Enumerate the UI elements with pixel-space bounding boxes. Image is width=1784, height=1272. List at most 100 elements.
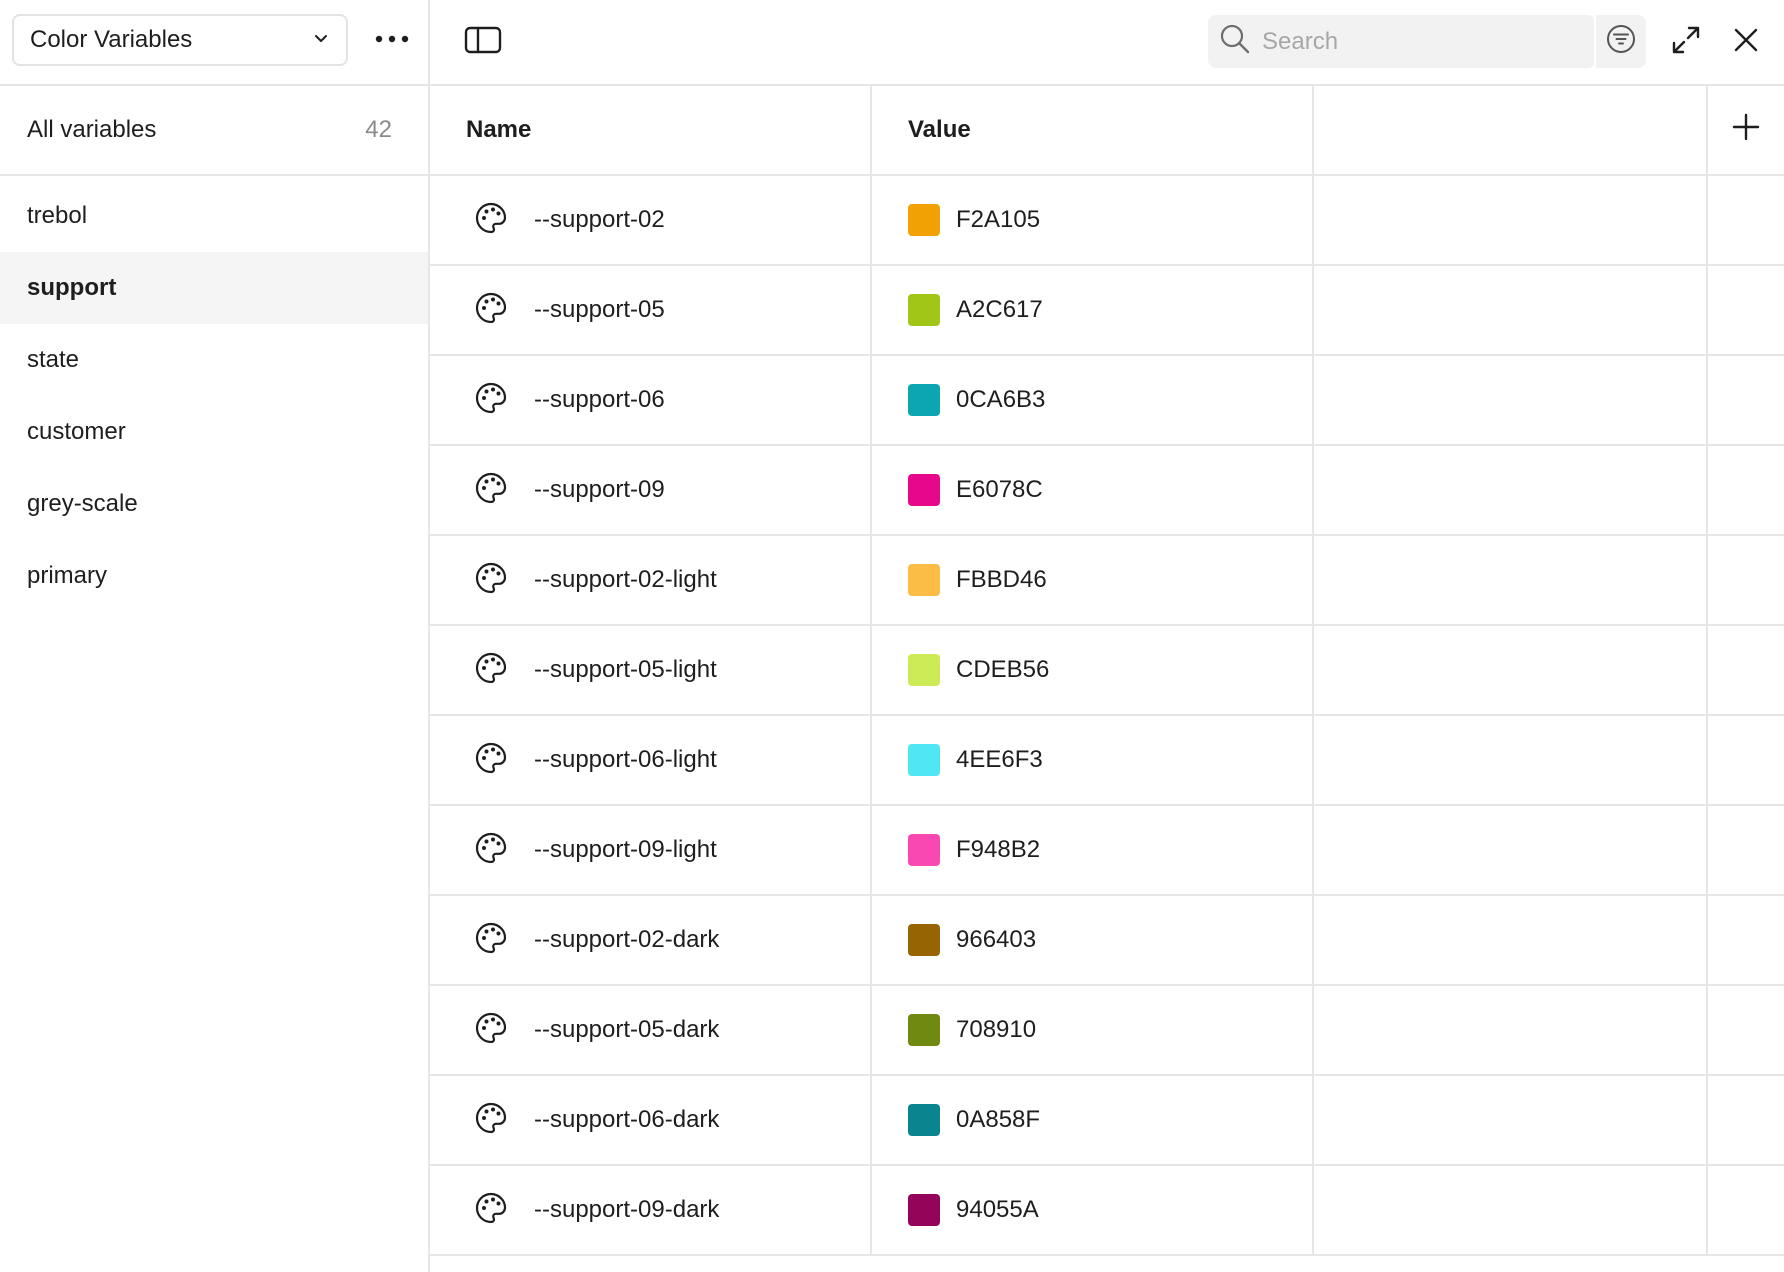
- variables-table: Name Value --support-02 F2A105 --support-0…: [430, 86, 1784, 1256]
- close-button[interactable]: [1726, 22, 1766, 62]
- all-variables-item[interactable]: All variables 42: [0, 86, 428, 176]
- variable-hex-value: 94055A: [956, 1196, 1039, 1223]
- variable-name: --support-06: [534, 386, 665, 413]
- variable-value-cell[interactable]: F2A105: [872, 176, 1314, 264]
- empty-mode-cell: [1314, 716, 1708, 804]
- variable-hex-value: 966403: [956, 926, 1037, 953]
- column-header-empty: [1314, 86, 1708, 174]
- variable-name-cell[interactable]: --support-05-dark: [430, 986, 872, 1074]
- variable-value-cell[interactable]: E6078C: [872, 446, 1314, 534]
- variable-value-cell[interactable]: 708910: [872, 986, 1314, 1074]
- table-row[interactable]: --support-05 A2C617: [430, 266, 1784, 356]
- variable-value-cell[interactable]: FBBD46: [872, 536, 1314, 624]
- variable-name-cell[interactable]: --support-02-dark: [430, 896, 872, 984]
- group-item-customer[interactable]: customer: [0, 396, 428, 468]
- color-swatch[interactable]: [908, 744, 940, 776]
- variable-name-cell[interactable]: --support-06-dark: [430, 1076, 872, 1164]
- filter-button[interactable]: [1594, 15, 1646, 68]
- variable-name-cell[interactable]: --support-09: [430, 446, 872, 534]
- variable-name-cell[interactable]: --support-02-light: [430, 536, 872, 624]
- empty-mode-cell: [1314, 356, 1708, 444]
- variable-name-cell[interactable]: --support-05: [430, 266, 872, 354]
- search-input[interactable]: [1260, 14, 1574, 69]
- variable-name-cell[interactable]: --support-05-light: [430, 626, 872, 714]
- variable-value-cell[interactable]: CDEB56: [872, 626, 1314, 714]
- variable-name: --support-09: [534, 476, 665, 503]
- table-row[interactable]: --support-05-light CDEB56: [430, 626, 1784, 716]
- sidebar: Color Variables All variables 42 trebol …: [0, 0, 430, 1272]
- color-swatch[interactable]: [908, 564, 940, 596]
- empty-mode-cell: [1314, 986, 1708, 1074]
- add-column-spacer: [1708, 896, 1784, 984]
- variable-value-cell[interactable]: 94055A: [872, 1166, 1314, 1254]
- variable-name-cell[interactable]: --support-02: [430, 176, 872, 264]
- table-row[interactable]: --support-02-light FBBD46: [430, 536, 1784, 626]
- variable-hex-value: 0A858F: [956, 1106, 1041, 1133]
- variable-value-cell[interactable]: 0CA6B3: [872, 356, 1314, 444]
- table-row[interactable]: --support-09 E6078C: [430, 446, 1784, 536]
- group-item-primary[interactable]: primary: [0, 540, 428, 612]
- color-swatch[interactable]: [908, 474, 940, 506]
- group-item-state[interactable]: state: [0, 324, 428, 396]
- color-swatch[interactable]: [908, 834, 940, 866]
- variable-value-cell[interactable]: F948B2: [872, 806, 1314, 894]
- group-item-support[interactable]: support: [0, 252, 428, 324]
- color-swatch[interactable]: [908, 384, 940, 416]
- variable-value-cell[interactable]: 0A858F: [872, 1076, 1314, 1164]
- empty-mode-cell: [1314, 806, 1708, 894]
- table-row[interactable]: --support-05-dark 708910: [430, 986, 1784, 1076]
- variable-hex-value: F2A105: [956, 206, 1041, 233]
- expand-button[interactable]: [1666, 22, 1706, 62]
- palette-icon: [466, 291, 534, 330]
- empty-mode-cell: [1314, 626, 1708, 714]
- table-row[interactable]: --support-02-dark 966403: [430, 896, 1784, 986]
- variable-name-cell[interactable]: --support-09-dark: [430, 1166, 872, 1254]
- table-row[interactable]: --support-09-light F948B2: [430, 806, 1784, 896]
- column-header-value[interactable]: Value: [872, 86, 1314, 174]
- table-row[interactable]: --support-09-dark 94055A: [430, 1166, 1784, 1256]
- color-swatch[interactable]: [908, 924, 940, 956]
- collection-dropdown[interactable]: Color Variables: [12, 14, 348, 66]
- variable-value-cell[interactable]: 4EE6F3: [872, 716, 1314, 804]
- variable-name: --support-05-light: [534, 656, 717, 683]
- add-mode-button[interactable]: [1730, 113, 1762, 146]
- variable-name: --support-09-dark: [534, 1196, 720, 1223]
- palette-icon: [466, 561, 534, 600]
- all-variables-count: 42: [365, 116, 392, 143]
- palette-icon: [466, 201, 534, 240]
- empty-mode-cell: [1314, 896, 1708, 984]
- add-column-cell: [1708, 86, 1784, 174]
- toggle-sidebar-button[interactable]: [462, 22, 504, 62]
- sidebar-panel-icon: [464, 26, 502, 59]
- palette-icon: [466, 651, 534, 690]
- color-swatch[interactable]: [908, 1104, 940, 1136]
- variable-name-cell[interactable]: --support-06-light: [430, 716, 872, 804]
- group-item-grey-scale[interactable]: grey-scale: [0, 468, 428, 540]
- variable-hex-value: CDEB56: [956, 656, 1050, 683]
- table-row[interactable]: --support-02 F2A105: [430, 176, 1784, 266]
- color-swatch[interactable]: [908, 654, 940, 686]
- column-header-name[interactable]: Name: [430, 86, 872, 174]
- color-swatch[interactable]: [908, 1014, 940, 1046]
- variable-hex-value: F948B2: [956, 836, 1041, 863]
- search-icon: [1208, 22, 1252, 61]
- more-options-button[interactable]: [370, 22, 414, 58]
- variable-name-cell[interactable]: --support-06: [430, 356, 872, 444]
- variable-name-cell[interactable]: --support-09-light: [430, 806, 872, 894]
- table-row[interactable]: --support-06 0CA6B3: [430, 356, 1784, 446]
- color-swatch[interactable]: [908, 294, 940, 326]
- color-swatch[interactable]: [908, 204, 940, 236]
- color-swatch[interactable]: [908, 1194, 940, 1226]
- variable-value-cell[interactable]: A2C617: [872, 266, 1314, 354]
- table-row[interactable]: --support-06-dark 0A858F: [430, 1076, 1784, 1166]
- variable-name: --support-05: [534, 296, 665, 323]
- variable-hex-value: FBBD46: [956, 566, 1047, 593]
- expand-icon: [1670, 24, 1702, 61]
- variable-name: --support-09-light: [534, 836, 717, 863]
- palette-icon: [466, 1191, 534, 1230]
- variable-name: --support-06-light: [534, 746, 717, 773]
- table-row[interactable]: --support-06-light 4EE6F3: [430, 716, 1784, 806]
- variable-value-cell[interactable]: 966403: [872, 896, 1314, 984]
- empty-mode-cell: [1314, 446, 1708, 534]
- group-item-trebol[interactable]: trebol: [0, 180, 428, 252]
